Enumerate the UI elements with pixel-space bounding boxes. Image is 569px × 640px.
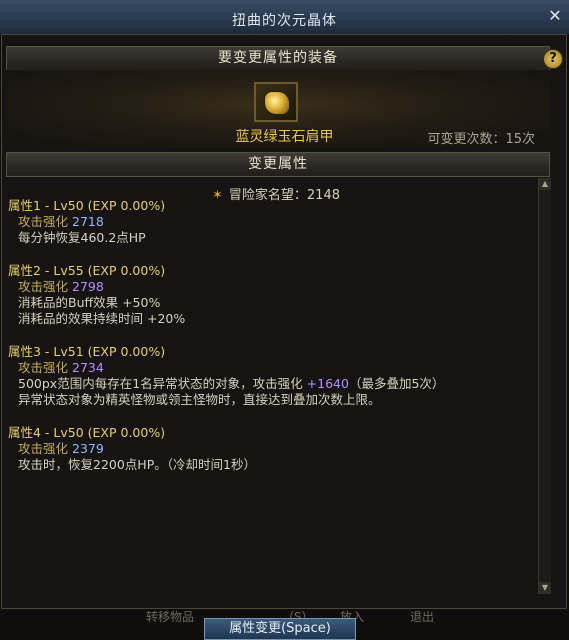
background-label: 转移物品 <box>146 610 195 624</box>
attack-boost-value: 2734 <box>72 360 104 375</box>
change-attribute-button[interactable]: 属性变更(Space) <box>204 618 356 640</box>
attack-boost-value: 2718 <box>72 214 104 229</box>
equip-section-header: 要变更属性的装备 <box>6 46 550 71</box>
attack-boost-line: 攻击强化 2734 <box>18 360 104 375</box>
attribute-block-3[interactable]: 属性3 - Lv51 (EXP 0.00%) 攻击强化 2734 500px范围… <box>8 344 444 408</box>
attribute-block-4[interactable]: 属性4 - Lv50 (EXP 0.00%) 攻击强化 2379 攻击时，恢复2… <box>8 425 256 473</box>
scroll-down-icon[interactable]: ▼ <box>539 582 551 594</box>
scroll-up-icon[interactable]: ▲ <box>539 178 551 190</box>
attribute-scrollbar[interactable]: ▲ ▼ <box>538 178 551 594</box>
attack-boost-line: 攻击强化 2718 <box>18 214 104 229</box>
attr-section-header: 变更属性 <box>6 152 550 177</box>
attribute-effect: 异常状态对象为精英怪物或领主怪物时，直接达到叠加次数上限。 <box>18 392 381 407</box>
adventurer-fame: ✶ 冒险家名望：2148 <box>212 184 340 203</box>
attribute-effect: 消耗品的Buff效果 +50% <box>18 295 161 310</box>
fame-icon: ✶ <box>212 188 223 203</box>
attribute-header: 属性4 - Lv50 (EXP 0.00%) <box>8 425 166 440</box>
attack-boost-line: 攻击强化 2798 <box>18 279 104 294</box>
fame-label: 冒险家名望：2148 <box>228 188 340 203</box>
window-titlebar: 扭曲的次元晶体 ✕ <box>0 0 569 35</box>
attack-boost-line: 攻击强化 2379 <box>18 441 104 456</box>
window-title: 扭曲的次元晶体 <box>232 13 337 29</box>
attribute-effect: 攻击时，恢复2200点HP。（冷却时间1秒） <box>18 457 256 472</box>
attribute-effect: 500px范围内每存在1名异常状态的对象，攻击强化 +1640（最多叠加5次） <box>18 376 445 391</box>
help-icon[interactable]: ? <box>543 49 563 69</box>
change-count: 可变更次数：15次 <box>427 132 535 147</box>
equipment-slot[interactable] <box>254 82 298 122</box>
attribute-block-1[interactable]: 属性1 - Lv50 (EXP 0.00%) 攻击强化 2718 每分钟恢复46… <box>8 198 165 246</box>
attribute-effect: 每分钟恢复460.2点HP <box>18 230 146 245</box>
background-label: 退出 <box>410 610 435 624</box>
attribute-header: 属性2 - Lv55 (EXP 0.00%) <box>8 263 166 278</box>
close-icon[interactable]: ✕ <box>547 8 563 24</box>
attribute-header: 属性1 - Lv50 (EXP 0.00%) <box>8 198 166 213</box>
attribute-effect: 消耗品的效果持续时间 +20% <box>18 311 186 326</box>
shoulder-armor-icon <box>264 91 290 115</box>
attack-boost-value: 2379 <box>72 441 104 456</box>
attack-boost-value: 2798 <box>72 279 104 294</box>
attribute-header: 属性3 - Lv51 (EXP 0.00%) <box>8 344 166 359</box>
attribute-block-2[interactable]: 属性2 - Lv55 (EXP 0.00%) 攻击强化 2798 消耗品的Buf… <box>8 263 185 327</box>
